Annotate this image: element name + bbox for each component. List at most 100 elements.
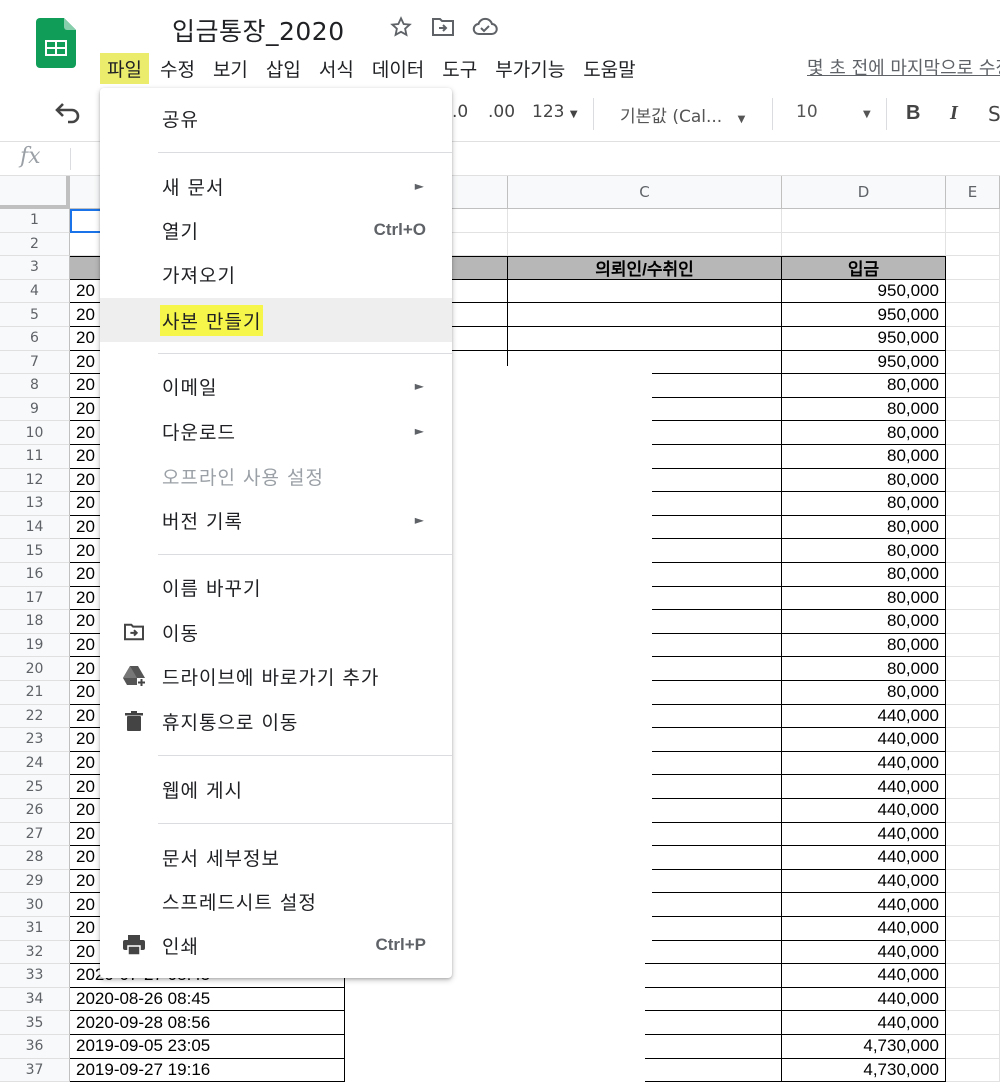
cell-e20[interactable] [946, 657, 1000, 681]
more-formats-button[interactable]: 123 ▼ [532, 102, 578, 122]
row-header[interactable]: 10 [0, 421, 70, 445]
row-header[interactable]: 25 [0, 775, 70, 799]
cell-e35[interactable] [946, 1011, 1000, 1035]
cell-d9[interactable]: 80,000 [782, 397, 946, 422]
cell-e6[interactable] [946, 327, 1000, 351]
bold-button[interactable]: B [906, 102, 920, 125]
row-header[interactable]: 34 [0, 987, 70, 1012]
column-header-c[interactable]: C [508, 176, 782, 209]
menu-publish[interactable]: 웹에 게시 [100, 767, 452, 811]
row-header[interactable]: 19 [0, 633, 70, 658]
row-header[interactable]: 24 [0, 751, 70, 776]
row-header[interactable]: 8 [0, 374, 70, 398]
cell-e26[interactable] [946, 799, 1000, 823]
menu-details[interactable]: 문서 세부정보 [100, 835, 452, 879]
menu-download[interactable]: 다운로드 ► [100, 409, 452, 453]
row-header[interactable]: 29 [0, 869, 70, 894]
row-header[interactable]: 2 [0, 232, 70, 257]
menu-data[interactable]: 데이터 [365, 53, 431, 84]
last-edit-link[interactable]: 몇 초 전에 마지막으로 수정했습니다 [807, 54, 1000, 80]
row-header[interactable]: 3 [0, 256, 70, 280]
cell-d20[interactable]: 80,000 [782, 657, 946, 681]
cell-d1[interactable] [782, 209, 946, 233]
menu-make-copy[interactable]: 사본 만들기 [100, 298, 452, 342]
cell-e23[interactable] [946, 728, 1000, 752]
cell-d23[interactable]: 440,000 [782, 728, 946, 752]
row-header[interactable]: 31 [0, 917, 70, 941]
cell-c4[interactable] [508, 279, 782, 304]
cell-d22[interactable]: 440,000 [782, 704, 946, 729]
cell-e19[interactable] [946, 633, 1000, 658]
cell-d37[interactable]: 4,730,000 [782, 1058, 946, 1083]
cell-d31[interactable]: 440,000 [782, 917, 946, 941]
cell-d29[interactable]: 440,000 [782, 869, 946, 894]
sheets-logo-icon[interactable] [36, 18, 76, 68]
menu-edit[interactable]: 수정 [153, 53, 202, 84]
cell-e24[interactable] [946, 751, 1000, 776]
cell-d32[interactable]: 440,000 [782, 940, 946, 965]
cell-e30[interactable] [946, 893, 1000, 917]
cell-e33[interactable] [946, 964, 1000, 988]
row-header[interactable]: 5 [0, 303, 70, 327]
cell-e4[interactable] [946, 279, 1000, 304]
cell-e11[interactable] [946, 445, 1000, 469]
menu-rename[interactable]: 이름 바꾸기 [100, 565, 452, 609]
menu-insert[interactable]: 삽입 [259, 53, 308, 84]
cell-e28[interactable] [946, 846, 1000, 870]
cell-d21[interactable]: 80,000 [782, 681, 946, 705]
cell-a36[interactable]: 2019-09-05 23:05 [70, 1035, 345, 1059]
row-header[interactable]: 7 [0, 350, 70, 375]
row-header[interactable]: 26 [0, 799, 70, 823]
italic-button[interactable]: I [950, 102, 958, 125]
cell-e25[interactable] [946, 775, 1000, 799]
cell-c6[interactable] [508, 327, 782, 351]
increase-decimal-button[interactable]: .00 [488, 102, 515, 122]
row-header[interactable]: 9 [0, 397, 70, 422]
move-folder-icon[interactable] [430, 14, 456, 40]
cell-e5[interactable] [946, 303, 1000, 327]
cell-a35[interactable]: 2020-09-28 08:56 [70, 1011, 345, 1035]
row-header[interactable]: 33 [0, 964, 70, 988]
row-header[interactable]: 11 [0, 445, 70, 469]
cell-e37[interactable] [946, 1058, 1000, 1083]
menu-open[interactable]: 열기 Ctrl+O [100, 208, 452, 252]
cell-d7[interactable]: 950,000 [782, 350, 946, 375]
cell-e15[interactable] [946, 539, 1000, 563]
cell-e2[interactable] [946, 232, 1000, 257]
strikethrough-icon[interactable]: S [988, 102, 1000, 126]
row-header[interactable]: 32 [0, 940, 70, 965]
cell-c1[interactable] [508, 209, 782, 233]
cell-d15[interactable]: 80,000 [782, 539, 946, 563]
cell-e7[interactable] [946, 350, 1000, 375]
cell-e21[interactable] [946, 681, 1000, 705]
cell-e10[interactable] [946, 421, 1000, 445]
row-header[interactable]: 14 [0, 515, 70, 540]
menu-import[interactable]: 가져오기 [100, 252, 452, 296]
cell-e9[interactable] [946, 397, 1000, 422]
cell-d16[interactable]: 80,000 [782, 563, 946, 587]
menu-help[interactable]: 도움말 [576, 53, 642, 84]
cloud-saved-icon[interactable] [472, 14, 498, 40]
menu-trash[interactable]: 휴지통으로 이동 [100, 699, 452, 743]
menu-add-shortcut[interactable]: 드라이브에 바로가기 추가 [100, 654, 452, 698]
menu-version-history[interactable]: 버전 기록 ► [100, 498, 452, 542]
cell-a37[interactable]: 2019-09-27 19:16 [70, 1058, 345, 1083]
menu-print[interactable]: 인쇄 Ctrl+P [100, 923, 452, 967]
cell-d36[interactable]: 4,730,000 [782, 1035, 946, 1059]
document-title[interactable]: 입금통장_2020 [172, 12, 345, 48]
cell-e27[interactable] [946, 822, 1000, 847]
cell-d11[interactable]: 80,000 [782, 445, 946, 469]
cell-a34[interactable]: 2020-08-26 08:45 [70, 987, 345, 1012]
cell-e31[interactable] [946, 917, 1000, 941]
cell-d18[interactable]: 80,000 [782, 610, 946, 634]
row-header[interactable]: 35 [0, 1011, 70, 1035]
font-family-select[interactable]: 기본값 (Cal... ▼ [620, 102, 745, 127]
menu-addons[interactable]: 부가기능 [488, 53, 572, 84]
undo-icon[interactable] [54, 102, 82, 129]
cell-e3[interactable] [946, 256, 1000, 280]
decrease-decimal-button[interactable]: .0 [452, 102, 468, 122]
cell-e8[interactable] [946, 374, 1000, 398]
cell-e22[interactable] [946, 704, 1000, 729]
cell-e17[interactable] [946, 586, 1000, 611]
cell-e14[interactable] [946, 515, 1000, 540]
